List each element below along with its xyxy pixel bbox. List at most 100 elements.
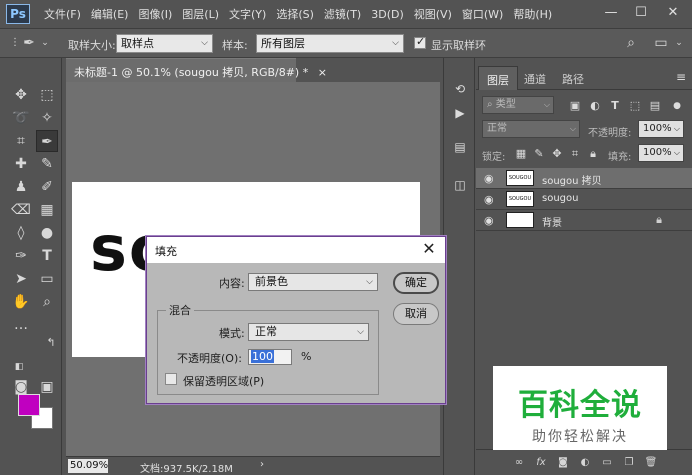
- ok-button[interactable]: 确定: [393, 272, 439, 294]
- close-window-icon[interactable]: ✕: [660, 4, 686, 22]
- minimize-icon[interactable]: —: [598, 4, 624, 22]
- mode-value: 正常: [255, 325, 277, 338]
- pen-tool-icon[interactable]: ✑: [10, 245, 32, 267]
- brush-tool-icon[interactable]: ✎: [36, 153, 58, 175]
- chevron-down-icon: ⌵: [673, 148, 680, 157]
- layer-filter-select[interactable]: ⌕ 类型 ⌵: [482, 96, 554, 114]
- mode-select[interactable]: 正常 ⌵: [248, 323, 369, 341]
- new-group-icon[interactable]: ▭: [600, 456, 614, 470]
- fx-icon[interactable]: fx: [534, 456, 548, 470]
- maximize-icon[interactable]: ☐: [628, 4, 654, 22]
- menu-image[interactable]: 图像(I): [138, 6, 172, 22]
- new-layer-icon[interactable]: ❐: [622, 456, 636, 470]
- actions-play-icon[interactable]: ▶: [449, 102, 471, 124]
- close-tab-icon[interactable]: ×: [318, 66, 327, 79]
- more-tools-icon[interactable]: …: [10, 314, 32, 336]
- layer-opacity-input[interactable]: 100% ⌵: [638, 120, 684, 138]
- document-tab[interactable]: 未标题-1 @ 50.1% (sougou 拷贝, RGB/8#) * ×: [66, 58, 327, 82]
- mode-label: 模式:: [219, 327, 245, 340]
- zoom-level[interactable]: 50.09%: [68, 459, 108, 473]
- adjustment-layer-icon[interactable]: ◐: [578, 456, 592, 470]
- filter-shape-icon[interactable]: ⬚: [628, 99, 642, 113]
- menu-filter[interactable]: 滤镜(T): [324, 6, 361, 22]
- add-mask-icon[interactable]: ◙: [556, 456, 570, 470]
- gradient-tool-icon[interactable]: ▦: [36, 199, 58, 221]
- layer-row-background[interactable]: ◉ 背景 🔒︎: [476, 210, 692, 231]
- filter-adjustment-icon[interactable]: ◐: [588, 99, 602, 113]
- hand-tool-icon[interactable]: ✋: [10, 291, 32, 313]
- eye-icon[interactable]: ◉: [484, 214, 494, 227]
- blur-tool-icon[interactable]: ◊: [10, 222, 32, 244]
- sample-size-select[interactable]: 取样点 ⌵: [116, 34, 213, 53]
- eraser-tool-icon[interactable]: ⌫: [10, 199, 32, 221]
- lock-image-icon[interactable]: ✎: [532, 147, 546, 161]
- preserve-transparency-checkbox[interactable]: [165, 373, 177, 385]
- chevron-down-icon: ⌵: [357, 327, 364, 337]
- preset-chevron-down-icon[interactable]: ⌄: [34, 32, 56, 54]
- menu-layer[interactable]: 图层(L): [182, 6, 219, 22]
- zoom-tool-icon[interactable]: ⌕: [36, 291, 58, 313]
- menu-help[interactable]: 帮助(H): [513, 6, 552, 22]
- delete-layer-icon[interactable]: 🗑︎: [644, 456, 658, 470]
- crop-tool-icon[interactable]: ⌗: [10, 130, 32, 152]
- filter-smart-object-icon[interactable]: ▤: [648, 99, 662, 113]
- photoshop-logo: Ps: [6, 4, 30, 24]
- menu-window[interactable]: 窗口(W): [462, 6, 503, 22]
- content-select[interactable]: 前景色 ⌵: [248, 273, 378, 291]
- menu-3d[interactable]: 3D(D): [371, 8, 404, 21]
- rectangle-tool-icon[interactable]: ▭: [36, 268, 58, 290]
- layer-row-sougou[interactable]: ◉ SOUGOU sougou: [476, 189, 692, 210]
- lock-all-icon[interactable]: 🔒︎: [586, 147, 600, 161]
- show-ring-checkbox[interactable]: [414, 35, 426, 49]
- lasso-tool-icon[interactable]: ➰: [10, 107, 32, 129]
- foreground-color-swatch[interactable]: [18, 394, 40, 416]
- tab-channels[interactable]: 通道: [516, 66, 554, 90]
- tab-paths[interactable]: 路径: [554, 66, 592, 90]
- menu-type[interactable]: 文字(Y): [229, 6, 266, 22]
- link-layers-icon[interactable]: ∞: [512, 456, 526, 470]
- menu-edit[interactable]: 编辑(E): [91, 6, 129, 22]
- eyedropper-tool-icon[interactable]: ✒: [36, 130, 58, 152]
- dodge-tool-icon[interactable]: ●: [36, 222, 58, 244]
- status-arrow-icon[interactable]: ›: [260, 459, 264, 470]
- adjustments-icon[interactable]: ◫: [449, 174, 471, 196]
- workspace-chevron-down-icon[interactable]: ⌄: [668, 32, 690, 54]
- panel-menu-icon[interactable]: ≡: [676, 70, 686, 84]
- eye-icon[interactable]: ◉: [484, 172, 494, 185]
- filter-pixel-icon[interactable]: ▣: [568, 99, 582, 113]
- search-icon[interactable]: ⌕: [620, 32, 642, 54]
- magic-wand-tool-icon[interactable]: ✧: [36, 107, 58, 129]
- menu-select[interactable]: 选择(S): [276, 6, 314, 22]
- layer-blend-mode-select[interactable]: 正常 ⌵: [482, 120, 580, 138]
- properties-icon[interactable]: ▤: [449, 136, 471, 158]
- lock-artboard-icon[interactable]: ⌗: [568, 147, 582, 161]
- clone-stamp-tool-icon[interactable]: ♟: [10, 176, 32, 198]
- type-tool-icon[interactable]: T: [36, 245, 58, 267]
- sample-size-label: 取样大小:: [68, 39, 116, 52]
- close-icon[interactable]: ✕: [419, 239, 439, 259]
- layer-opacity-value: 100%: [643, 123, 672, 134]
- filter-toggle-icon[interactable]: ●: [670, 99, 684, 113]
- healing-brush-tool-icon[interactable]: ✚: [10, 153, 32, 175]
- menu-view[interactable]: 视图(V): [414, 6, 452, 22]
- history-brush-tool-icon[interactable]: ✐: [36, 176, 58, 198]
- lock-transparent-icon[interactable]: ▦: [514, 147, 528, 161]
- default-colors-icon[interactable]: ◧: [8, 356, 30, 378]
- marquee-tool-icon[interactable]: ⬚: [36, 84, 58, 106]
- move-tool-icon[interactable]: ✥: [10, 84, 32, 106]
- history-icon[interactable]: ⟲: [449, 78, 471, 100]
- sample-select[interactable]: 所有图层 ⌵: [256, 34, 404, 53]
- lock-position-icon[interactable]: ✥: [550, 147, 564, 161]
- cancel-button[interactable]: 取消: [393, 303, 439, 325]
- swap-colors-icon[interactable]: ↰: [40, 332, 62, 354]
- filter-type-icon[interactable]: T: [608, 99, 622, 113]
- layer-row-sougou-copy[interactable]: ◉ SOUGOU sougou 拷贝: [476, 168, 692, 189]
- layer-opacity-label: 不透明度:: [588, 128, 632, 139]
- layer-fill-input[interactable]: 100% ⌵: [638, 144, 684, 162]
- eye-icon[interactable]: ◉: [484, 193, 494, 206]
- menu-file[interactable]: 文件(F): [44, 6, 81, 22]
- opacity-input[interactable]: 100: [248, 349, 292, 365]
- dialog-titlebar[interactable]: 填充 ✕: [147, 237, 445, 263]
- tab-layers[interactable]: 图层: [478, 66, 518, 90]
- path-selection-tool-icon[interactable]: ➤: [10, 268, 32, 290]
